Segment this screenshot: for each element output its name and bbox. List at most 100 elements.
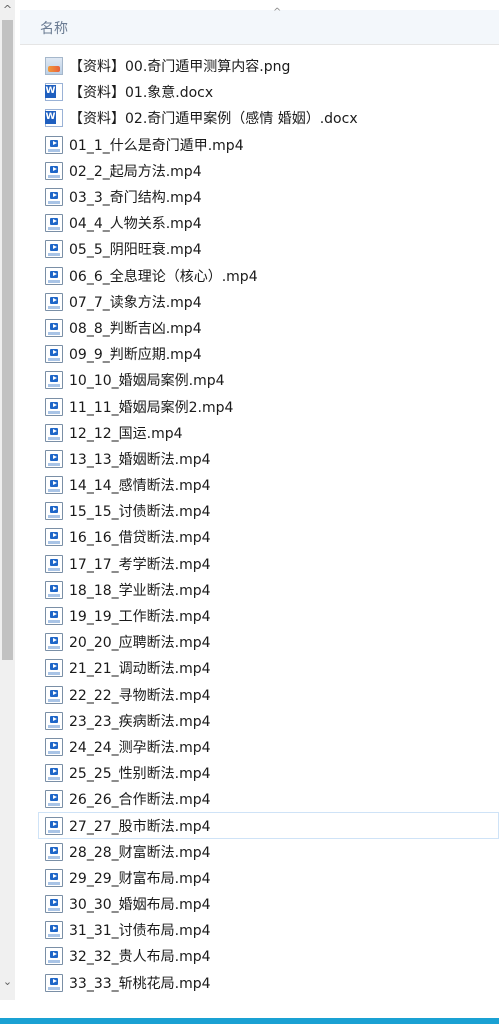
docx-file-icon: [45, 83, 63, 102]
file-name: 13_13_婚姻断法.mp4: [69, 451, 211, 468]
mp4-file-icon: [45, 397, 63, 416]
file-name: 11_11_婚姻局案例2.mp4: [69, 399, 234, 416]
mp4-file-icon: [45, 423, 63, 442]
file-name: 09_9_判断应期.mp4: [69, 347, 202, 364]
file-row[interactable]: 17_17_考学断法.mp4: [38, 551, 499, 577]
file-name: 28_28_财富断法.mp4: [69, 844, 211, 861]
file-row[interactable]: 20_20_应聘断法.mp4: [38, 629, 499, 655]
file-name: 22_22_寻物断法.mp4: [69, 687, 211, 704]
file-row[interactable]: 08_8_判断吉凶.mp4: [38, 315, 499, 341]
file-row[interactable]: 21_21_调动断法.mp4: [38, 655, 499, 681]
file-row[interactable]: 06_6_全息理论（核心）.mp4: [38, 263, 499, 289]
mp4-file-icon: [45, 345, 63, 364]
mp4-file-icon: [45, 973, 63, 992]
file-row[interactable]: 14_14_感情断法.mp4: [38, 472, 499, 498]
file-row[interactable]: 30_30_婚姻布局.mp4: [38, 891, 499, 917]
file-name: 15_15_讨债断法.mp4: [69, 504, 211, 521]
docx-file-icon: [45, 109, 63, 128]
png-file-icon: [45, 57, 63, 76]
file-row[interactable]: 【资料】01.象意.docx: [38, 79, 499, 105]
column-header-row: ^ 名称: [20, 7, 499, 45]
file-name: 03_3_奇门结构.mp4: [69, 190, 202, 207]
file-name: 18_18_学业断法.mp4: [69, 582, 211, 599]
file-row[interactable]: 12_12_国运.mp4: [38, 420, 499, 446]
file-name: 23_23_疾病断法.mp4: [69, 713, 211, 730]
file-row[interactable]: 23_23_疾病断法.mp4: [38, 708, 499, 734]
file-name: 12_12_国运.mp4: [69, 425, 183, 442]
file-row[interactable]: 03_3_奇门结构.mp4: [38, 184, 499, 210]
file-row[interactable]: 25_25_性别断法.mp4: [38, 760, 499, 786]
mp4-file-icon: [45, 554, 63, 573]
sort-ascending-icon[interactable]: ^: [273, 7, 281, 18]
mp4-file-icon: [45, 921, 63, 940]
file-row[interactable]: 29_29_财富布局.mp4: [38, 865, 499, 891]
file-name: 21_21_调动断法.mp4: [69, 661, 211, 678]
file-row[interactable]: 27_27_股市断法.mp4: [38, 812, 499, 839]
file-row[interactable]: 32_32_贵人布局.mp4: [38, 943, 499, 969]
scroll-down-arrow-icon[interactable]: ⌄: [0, 974, 15, 990]
file-name: 【资料】00.奇门遁甲测算内容.png: [69, 59, 291, 76]
file-name: 【资料】02.奇门遁甲案例（感情 婚姻）.docx: [69, 111, 358, 128]
file-name: 25_25_性别断法.mp4: [69, 766, 211, 783]
file-row[interactable]: 01_1_什么是奇门遁甲.mp4: [38, 132, 499, 158]
file-name: 30_30_婚姻布局.mp4: [69, 897, 211, 914]
mp4-file-icon: [45, 868, 63, 887]
file-row[interactable]: 22_22_寻物断法.mp4: [38, 682, 499, 708]
mp4-file-icon: [45, 528, 63, 547]
column-header-name[interactable]: 名称: [40, 18, 68, 38]
file-row[interactable]: 【资料】02.奇门遁甲案例（感情 婚姻）.docx: [38, 105, 499, 131]
mp4-file-icon: [45, 188, 63, 207]
file-row[interactable]: 16_16_借贷断法.mp4: [38, 524, 499, 550]
file-name: 04_4_人物关系.mp4: [69, 216, 202, 233]
file-name: 29_29_财富布局.mp4: [69, 870, 211, 887]
file-row[interactable]: 33_33_斩桃花局.mp4: [38, 970, 499, 996]
mp4-file-icon: [45, 318, 63, 337]
mp4-file-icon: [45, 476, 63, 495]
file-row[interactable]: 09_9_判断应期.mp4: [38, 341, 499, 367]
file-name: 33_33_斩桃花局.mp4: [69, 975, 211, 992]
mp4-file-icon: [45, 580, 63, 599]
mp4-file-icon: [45, 633, 63, 652]
mp4-file-icon: [45, 292, 63, 311]
file-name: 27_27_股市断法.mp4: [69, 818, 211, 835]
vertical-scrollbar[interactable]: ^ ⌄: [0, 0, 15, 1000]
file-row[interactable]: 02_2_起局方法.mp4: [38, 158, 499, 184]
file-row[interactable]: 07_7_读象方法.mp4: [38, 289, 499, 315]
file-name: 08_8_判断吉凶.mp4: [69, 320, 202, 337]
mp4-file-icon: [45, 790, 63, 809]
file-row[interactable]: 05_5_阴阳旺衰.mp4: [38, 236, 499, 262]
mp4-file-icon: [45, 947, 63, 966]
file-row[interactable]: 31_31_讨债布局.mp4: [38, 917, 499, 943]
file-name: 10_10_婚姻局案例.mp4: [69, 373, 225, 390]
file-name: 05_5_阴阳旺衰.mp4: [69, 242, 202, 259]
file-row[interactable]: 26_26_合作断法.mp4: [38, 786, 499, 812]
file-name: 24_24_测孕断法.mp4: [69, 739, 211, 756]
file-name: 16_16_借贷断法.mp4: [69, 530, 211, 547]
scrollbar-thumb[interactable]: [2, 20, 13, 660]
file-name: 31_31_讨债布局.mp4: [69, 923, 211, 940]
file-row[interactable]: 10_10_婚姻局案例.mp4: [38, 367, 499, 393]
window-bottom-border: [0, 1018, 499, 1024]
file-row[interactable]: 【资料】00.奇门遁甲测算内容.png: [38, 53, 499, 79]
file-name: 01_1_什么是奇门遁甲.mp4: [69, 137, 244, 154]
file-row[interactable]: 28_28_财富断法.mp4: [38, 839, 499, 865]
file-row[interactable]: 24_24_测孕断法.mp4: [38, 734, 499, 760]
file-row[interactable]: 11_11_婚姻局案例2.mp4: [38, 393, 499, 419]
file-row[interactable]: 18_18_学业断法.mp4: [38, 577, 499, 603]
file-row[interactable]: 19_19_工作断法.mp4: [38, 603, 499, 629]
mp4-file-icon: [45, 737, 63, 756]
file-row[interactable]: 04_4_人物关系.mp4: [38, 210, 499, 236]
mp4-file-icon: [45, 842, 63, 861]
file-row[interactable]: 13_13_婚姻断法.mp4: [38, 446, 499, 472]
file-list: 【资料】00.奇门遁甲测算内容.png 【资料】01.象意.docx 【资料】02.…: [38, 53, 499, 996]
file-name: 02_2_起局方法.mp4: [69, 163, 202, 180]
mp4-file-icon: [45, 240, 63, 259]
mp4-file-icon: [45, 895, 63, 914]
mp4-file-icon: [45, 161, 63, 180]
file-name: 【资料】01.象意.docx: [69, 85, 214, 102]
mp4-file-icon: [45, 371, 63, 390]
file-row[interactable]: 15_15_讨债断法.mp4: [38, 498, 499, 524]
mp4-file-icon: [45, 449, 63, 468]
scroll-up-arrow-icon[interactable]: ^: [0, 2, 15, 18]
file-name: 14_14_感情断法.mp4: [69, 478, 211, 495]
